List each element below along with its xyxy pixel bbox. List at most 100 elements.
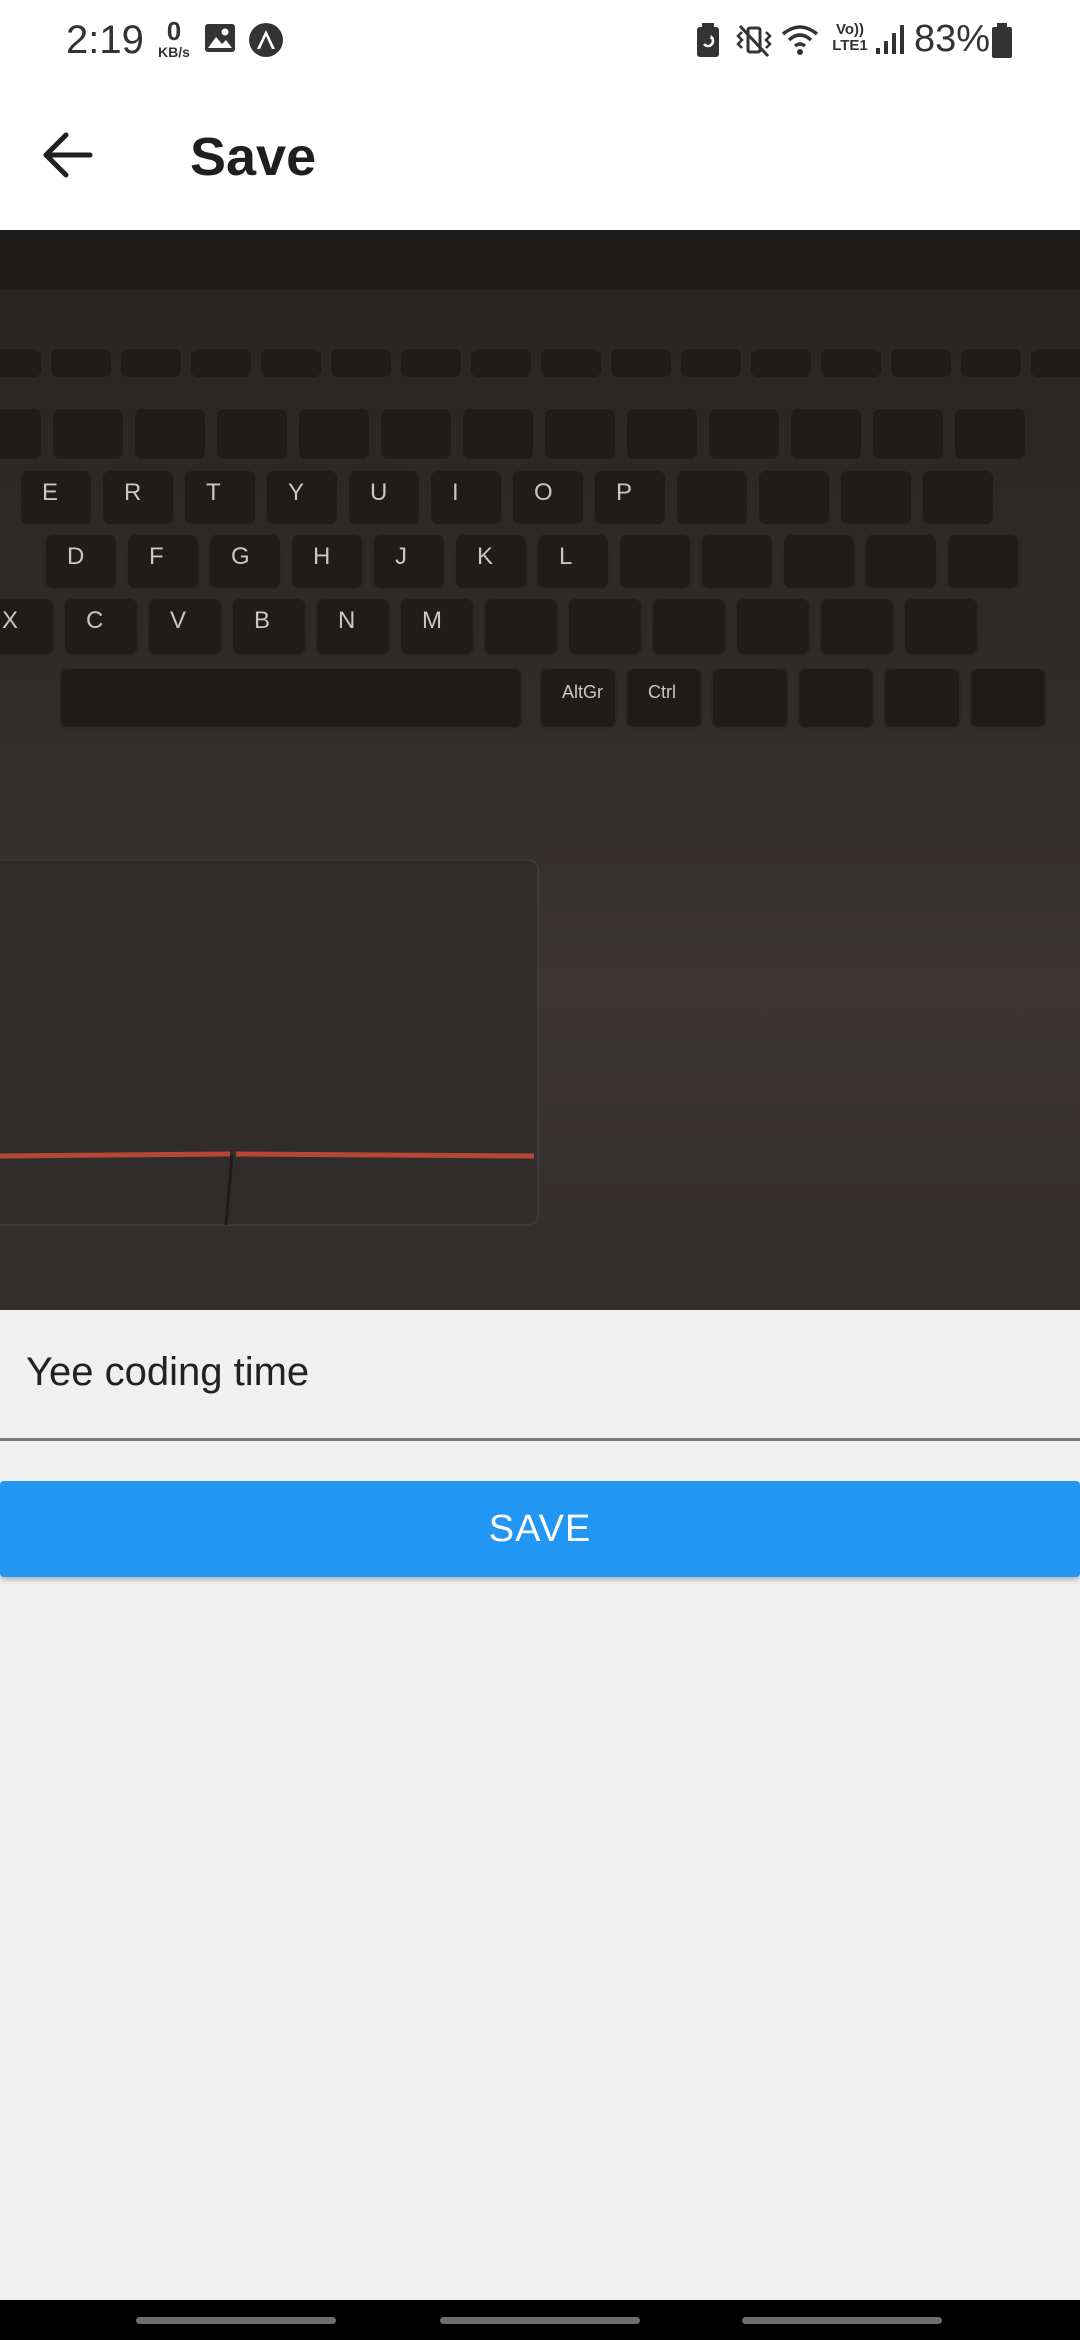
- keyboard-key: [329, 347, 393, 379]
- keyboard-key: [679, 347, 743, 379]
- laptop-hinge: [0, 230, 1080, 290]
- nav-home-indicator[interactable]: [440, 2317, 640, 2324]
- keyboard-key-label: U: [370, 479, 387, 506]
- keyboard-key-label: T: [206, 479, 221, 506]
- keyboard-key-label: V: [170, 607, 186, 634]
- keyboard-key: [429, 469, 503, 526]
- keyboard-key: [399, 347, 463, 379]
- keyboard-key: [567, 597, 643, 656]
- keyboard-key: [297, 407, 371, 461]
- keyboard-key-label: E: [42, 479, 58, 506]
- keyboard-key-label: M: [422, 607, 442, 634]
- keyboard-key: [536, 533, 610, 590]
- network-speed-value: 0: [166, 16, 182, 46]
- keyboard-key: [379, 407, 453, 461]
- keyboard-key: [1029, 347, 1080, 379]
- keyboard-key-label: C: [86, 607, 103, 634]
- touchpad-right-button-edge: [235, 1151, 535, 1159]
- battery-percent: 83%: [914, 18, 991, 60]
- keyboard-key: [797, 667, 875, 729]
- keyboard-key: [461, 407, 535, 461]
- keyboard-key: [969, 667, 1047, 729]
- caption-value: Yee coding time: [26, 1350, 310, 1394]
- keyboard-key: [215, 407, 289, 461]
- keyboard-key-label: J: [395, 543, 407, 570]
- keyboard-key: [889, 347, 953, 379]
- save-button[interactable]: SAVE: [0, 1481, 1080, 1577]
- keyboard-key: [707, 407, 781, 461]
- keyboard-key: [819, 597, 895, 656]
- keyboard-key-label: G: [231, 543, 250, 570]
- keyboard-key: [749, 347, 813, 379]
- keyboard-key: [883, 667, 961, 729]
- expo-icon: [249, 23, 283, 57]
- key-rows: E R T Y U I O P D F G H J K L X C V B N M AltGr Ctrl: [0, 347, 1080, 729]
- keyboard-key-label: I: [452, 479, 459, 506]
- keyboard-key: [618, 533, 692, 590]
- keyboard-key-label: L: [559, 543, 572, 570]
- keyboard-key-label: F: [149, 543, 164, 570]
- keyboard-key: [0, 347, 43, 379]
- gallery-icon: [205, 24, 235, 52]
- keyboard-key-label: H: [313, 543, 330, 570]
- keyboard-key-label: B: [254, 607, 270, 634]
- keyboard-key: [625, 407, 699, 461]
- status-bar: 2:19 0 KB/s Vo)) LTE1 83%: [0, 0, 1080, 84]
- keyboard-key: [953, 407, 1027, 461]
- keyboard-key: [543, 407, 617, 461]
- keyboard-key: [711, 667, 789, 729]
- keyboard-illustration: E R T Y U I O P D F G H J K L X C V B N M AltGr Ctrl: [0, 230, 1080, 1226]
- network-speed-unit: KB/s: [158, 44, 190, 60]
- keyboard-key: [946, 533, 1020, 590]
- keyboard-key: [959, 347, 1023, 379]
- keyboard-key: [735, 597, 811, 656]
- keyboard-key: [609, 347, 673, 379]
- keyboard-key-label: O: [534, 479, 553, 506]
- battery-saver-icon: [697, 23, 719, 57]
- keyboard-key: [839, 469, 913, 526]
- keyboard-key: [651, 597, 727, 656]
- keyboard-key-label: D: [67, 543, 84, 570]
- keyboard-key-label: Y: [288, 479, 304, 506]
- keyboard-key: [119, 347, 183, 379]
- back-button[interactable]: [38, 124, 100, 186]
- keyboard-key: [789, 407, 863, 461]
- keyboard-key: [469, 347, 533, 379]
- touchpad: [0, 859, 539, 1226]
- arrow-left-icon: [43, 132, 93, 178]
- keyboard-key: [757, 469, 831, 526]
- keyboard-key-label: AltGr: [562, 682, 603, 702]
- lte-label: LTE1: [832, 36, 868, 54]
- keyboard-key: [189, 347, 253, 379]
- keyboard-key: [259, 347, 323, 379]
- system-nav-bar: [0, 2300, 1080, 2340]
- keyboard-key: [49, 347, 113, 379]
- keyboard-key-label: R: [124, 479, 141, 506]
- page-title: Save: [190, 127, 317, 187]
- keyboard-key: [903, 597, 979, 656]
- keyboard-key-label: P: [616, 479, 632, 506]
- keyboard-key: [921, 469, 995, 526]
- keyboard-key: [133, 407, 207, 461]
- keyboard-key: [782, 533, 856, 590]
- keyboard-key: [819, 347, 883, 379]
- status-time: 2:19: [66, 18, 144, 62]
- keyboard-key-label: Ctrl: [648, 682, 676, 702]
- signal-icon: [876, 25, 904, 54]
- keyboard-key: [864, 533, 938, 590]
- keyboard-key: [539, 347, 603, 379]
- battery-icon: [992, 23, 1012, 58]
- caption-input[interactable]: Yee coding time: [0, 1310, 1080, 1441]
- touchpad-left-button-edge: [0, 1151, 231, 1159]
- keyboard-key-label: N: [338, 607, 355, 634]
- keyboard-key: [483, 597, 559, 656]
- nav-back-indicator[interactable]: [742, 2317, 942, 2324]
- laptop-keyboard-photo: E R T Y U I O P D F G H J K L X C V B N M AltGr Ctrl: [0, 230, 1080, 1310]
- keyboard-key-label: X: [2, 607, 18, 634]
- save-button-label: SAVE: [488, 1508, 592, 1550]
- keyboard-key: [871, 407, 945, 461]
- nav-recents-indicator[interactable]: [136, 2317, 336, 2324]
- network-speed: 0 KB/s: [152, 18, 196, 59]
- keyboard-key: [372, 533, 446, 590]
- keyboard-key: [675, 469, 749, 526]
